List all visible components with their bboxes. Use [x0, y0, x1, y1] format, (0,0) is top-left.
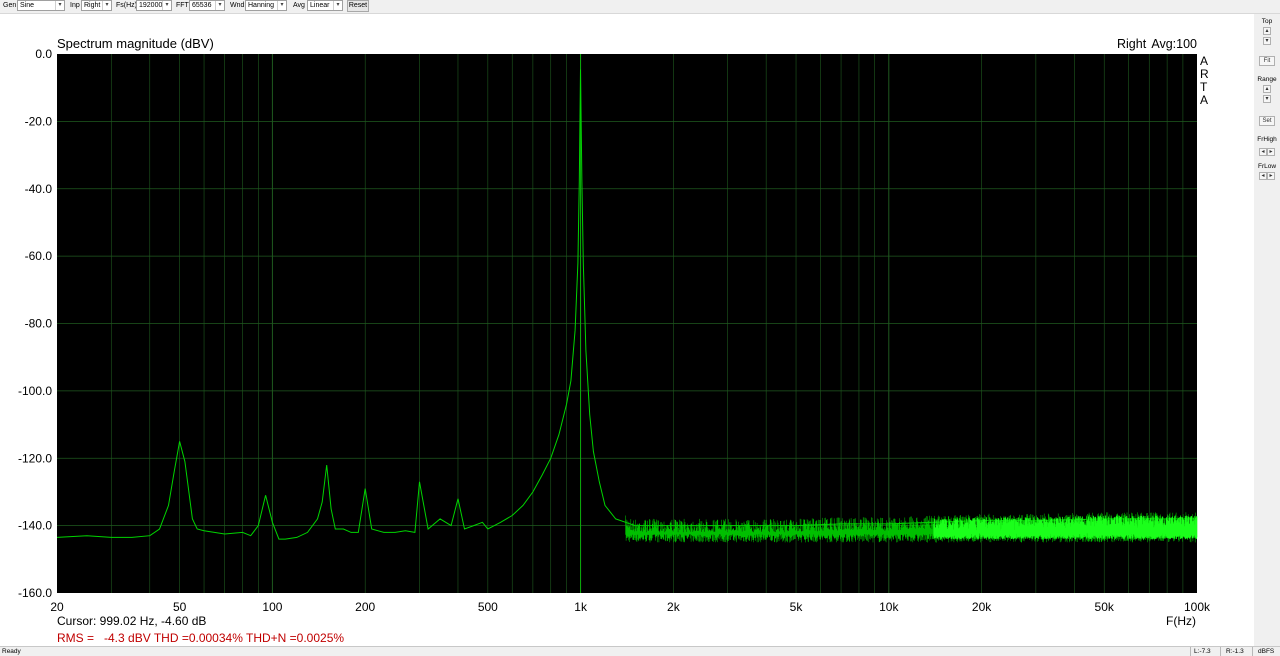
- y-tick-label: -160.0: [18, 586, 52, 600]
- spectrum-chart[interactable]: 0.0 -20.0 -40.0 -60.0 -80.0 -100.0 -120.0 -140.…: [0, 14, 1254, 646]
- measurement-readout: RMS = -4.3 dBV THD =0.00034% THD+N =0.00…: [57, 631, 344, 645]
- top-label: Top: [1261, 18, 1273, 25]
- toolbar: Gen Sine ▾ Inp Right ▾ Fs(Hz) 192000 ▾ F…: [0, 0, 1280, 14]
- x-tick-label: 20k: [972, 600, 992, 614]
- chevron-down-icon: ▾: [277, 1, 286, 10]
- logo-letter: A: [1200, 54, 1208, 68]
- y-tick-label: -40.0: [25, 182, 53, 196]
- fit-button[interactable]: Fit: [1259, 56, 1275, 66]
- frlow-right-button[interactable]: ▸: [1267, 172, 1275, 180]
- y-tick-label: -20.0: [25, 114, 53, 128]
- frhigh-label: FrHigh: [1257, 136, 1277, 143]
- chevron-down-icon: ▾: [162, 1, 171, 10]
- top-up-button[interactable]: ▴: [1263, 27, 1271, 35]
- top-down-button[interactable]: ▾: [1263, 37, 1271, 45]
- set-button[interactable]: Set: [1259, 116, 1275, 126]
- avg-select[interactable]: Linear ▾: [307, 0, 343, 11]
- x-tick-label: 5k: [790, 600, 804, 614]
- x-tick-label: 2k: [667, 600, 681, 614]
- inp-value: Right: [84, 2, 101, 9]
- wnd-select[interactable]: Hanning ▾: [245, 0, 287, 11]
- frlow-left-button[interactable]: ◂: [1259, 172, 1267, 180]
- fft-select[interactable]: 65536 ▾: [189, 0, 225, 11]
- avg-count: Avg:100: [1151, 37, 1197, 51]
- y-tick-label: 0.0: [35, 47, 52, 61]
- inp-label: Inp: [70, 2, 80, 9]
- avg-value: Linear: [310, 2, 330, 9]
- frhigh-left-button[interactable]: ◂: [1259, 148, 1267, 156]
- logo-letter: A: [1200, 93, 1208, 107]
- fft-label: FFT: [176, 2, 189, 9]
- x-tick-label: 500: [478, 600, 498, 614]
- x-axis-label: F(Hz): [1166, 614, 1196, 628]
- x-tick-label: 50: [173, 600, 187, 614]
- gen-label: Gen: [3, 2, 17, 9]
- x-tick-label: 200: [355, 600, 375, 614]
- arta-logo: A R T A: [1200, 54, 1209, 107]
- avg-label: Avg: [293, 2, 305, 9]
- reset-button[interactable]: Reset: [347, 0, 369, 12]
- right-panel: Top ▴ ▾ Fit Range ▴ ▾ Set FrHigh ◂ ▸ FrL…: [1254, 14, 1280, 646]
- chevron-down-icon: ▾: [55, 1, 64, 10]
- x-tick-label: 100: [262, 600, 282, 614]
- logo-letter: T: [1200, 80, 1208, 94]
- logo-letter: R: [1200, 67, 1209, 81]
- fs-select[interactable]: 192000 ▾: [136, 0, 172, 11]
- y-tick-label: -60.0: [25, 249, 53, 263]
- gen-value: Sine: [20, 2, 35, 9]
- y-tick-label: -80.0: [25, 317, 53, 331]
- frhigh-right-button[interactable]: ▸: [1267, 148, 1275, 156]
- x-tick-label: 100k: [1184, 600, 1211, 614]
- y-tick-label: -120.0: [18, 451, 52, 465]
- x-tick-label: 10k: [879, 600, 899, 614]
- chevron-down-icon: ▾: [215, 1, 224, 10]
- gen-select[interactable]: Sine ▾: [17, 0, 65, 11]
- wnd-label: Wnd: [230, 2, 245, 9]
- chevron-down-icon: ▾: [333, 1, 342, 10]
- cursor-readout: Cursor: 999.02 Hz, -4.60 dB: [57, 614, 206, 628]
- x-tick-label: 50k: [1095, 600, 1115, 614]
- x-tick-label: 1k: [574, 600, 588, 614]
- frlow-label: FrLow: [1257, 163, 1277, 170]
- range-down-button[interactable]: ▾: [1263, 95, 1271, 103]
- chevron-down-icon: ▾: [102, 1, 111, 10]
- x-tick-label: 20: [50, 600, 64, 614]
- range-label: Range: [1257, 76, 1277, 83]
- fs-label: Fs(Hz): [116, 2, 137, 9]
- fft-value: 65536: [192, 2, 212, 9]
- y-tick-label: -140.0: [18, 519, 52, 533]
- wnd-value: Hanning: [248, 2, 275, 9]
- inp-select[interactable]: Right ▾: [81, 0, 112, 11]
- y-tick-label: -100.0: [18, 384, 52, 398]
- chart-area: 0.0 -20.0 -40.0 -60.0 -80.0 -100.0 -120.0 -140.…: [0, 14, 1254, 646]
- fs-value: 192000: [139, 2, 163, 9]
- channel-label: Right: [1117, 37, 1147, 51]
- chart-title: Spectrum magnitude (dBV): [57, 36, 214, 51]
- range-up-button[interactable]: ▴: [1263, 85, 1271, 93]
